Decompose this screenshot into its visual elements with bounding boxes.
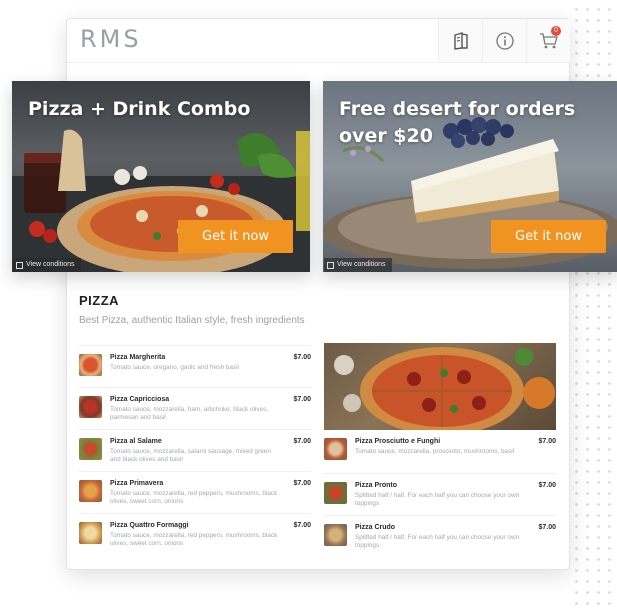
item-description: Splitted half / half. For each half you … <box>355 492 520 507</box>
item-name: Pizza Margherita <box>110 354 166 361</box>
pizza-thumbnail <box>324 482 347 504</box>
menu-item[interactable]: Pizza Capricciosa Tomato sauce, mozzarel… <box>79 387 311 427</box>
item-description: Tomato sauce, mozzarella, red peppers, m… <box>110 532 278 547</box>
item-description: Tomato sauce, mozzarella, prosciutto, mu… <box>355 448 515 455</box>
item-price: $7.00 <box>293 354 311 361</box>
info-button[interactable] <box>482 19 526 62</box>
pizza-thumbnail <box>79 396 102 418</box>
item-name: Pizza Prosciutto e Funghi <box>355 438 441 445</box>
item-name: Pizza Quattro Formaggi <box>110 522 189 529</box>
section-title: PIZZA <box>79 293 120 308</box>
item-price: $7.00 <box>293 480 311 487</box>
view-conditions-label: View conditions <box>26 261 75 268</box>
pizza-thumbnail <box>79 354 102 376</box>
view-conditions-link[interactable]: View conditions <box>324 258 392 272</box>
item-name: Pizza Crudo <box>355 524 396 531</box>
banner-title: Pizza + Drink Combo <box>28 98 251 120</box>
menu-item[interactable]: Pizza al Salame Tomato sauce, mozzarella… <box>79 429 311 469</box>
item-description: Tomato sauce, mozzarella, red peppers, m… <box>110 490 278 505</box>
pizza-thumbnail <box>79 438 102 460</box>
menu-item[interactable]: Pizza Prosciutto e Funghi Tomato sauce, … <box>324 430 556 470</box>
item-price: $7.00 <box>538 438 556 445</box>
promo-banner-combo[interactable]: Pizza + Drink Combo Get it now View cond… <box>12 81 310 272</box>
item-description: Tomato sauce, mozzarella, salami sausage… <box>110 448 271 463</box>
top-header: RMS 0 <box>67 19 571 63</box>
promo-banner-dessert[interactable]: Free desert for orders over $20 Get it n… <box>323 81 617 272</box>
get-it-now-button[interactable]: Get it now <box>178 220 293 253</box>
app-logo[interactable]: RMS <box>80 25 142 53</box>
item-price: $7.00 <box>293 522 311 529</box>
view-conditions-link[interactable]: View conditions <box>13 258 81 272</box>
section-subtitle: Best Pizza, authentic Italian style, fre… <box>79 315 305 326</box>
item-price: $7.00 <box>538 482 556 489</box>
conditions-icon <box>16 261 23 269</box>
item-description: Splitted half / half. For each half you … <box>355 534 520 549</box>
pizza-thumbnail <box>79 522 102 544</box>
menu-item[interactable]: Pizza Pronto Splitted half / half. For e… <box>324 473 556 513</box>
item-name: Pizza Primavera <box>110 480 164 487</box>
menu-item[interactable]: Pizza Margherita Tomato sauce, oregano, … <box>79 345 311 385</box>
item-name: Pizza Pronto <box>355 482 398 489</box>
item-name: Pizza al Salame <box>110 438 162 445</box>
pizza-thumbnail <box>324 524 347 546</box>
menu-book-icon <box>453 31 468 50</box>
item-price: $7.00 <box>293 438 311 445</box>
pizza-feature-photo <box>324 343 556 430</box>
item-name: Pizza Capricciosa <box>110 396 170 403</box>
item-price: $7.00 <box>538 524 556 531</box>
item-description: Tomato sauce, oregano, garlic and fresh … <box>110 364 239 371</box>
pizza-photo-illustration <box>334 347 555 430</box>
banner-title: Free desert for orders over $20 <box>339 98 576 147</box>
menu-item[interactable]: Pizza Primavera Tomato sauce, mozzarella… <box>79 471 311 511</box>
item-description: Tomato sauce, mozzarella, ham, artichoke… <box>110 406 269 421</box>
cart-button[interactable]: 0 <box>526 19 570 62</box>
view-conditions-label: View conditions <box>337 261 386 268</box>
menu-item[interactable]: Pizza Crudo Splitted half / half. For ea… <box>324 515 556 555</box>
info-icon <box>495 31 514 50</box>
menu-book-button[interactable] <box>438 19 482 62</box>
pizza-thumbnail <box>79 480 102 502</box>
menu-item[interactable]: Pizza Quattro Formaggi Tomato sauce, moz… <box>79 513 311 553</box>
item-price: $7.00 <box>293 396 311 403</box>
pizza-thumbnail <box>324 438 347 460</box>
cart-count-badge: 0 <box>551 26 561 36</box>
get-it-now-button[interactable]: Get it now <box>491 220 606 253</box>
conditions-icon <box>327 261 334 269</box>
